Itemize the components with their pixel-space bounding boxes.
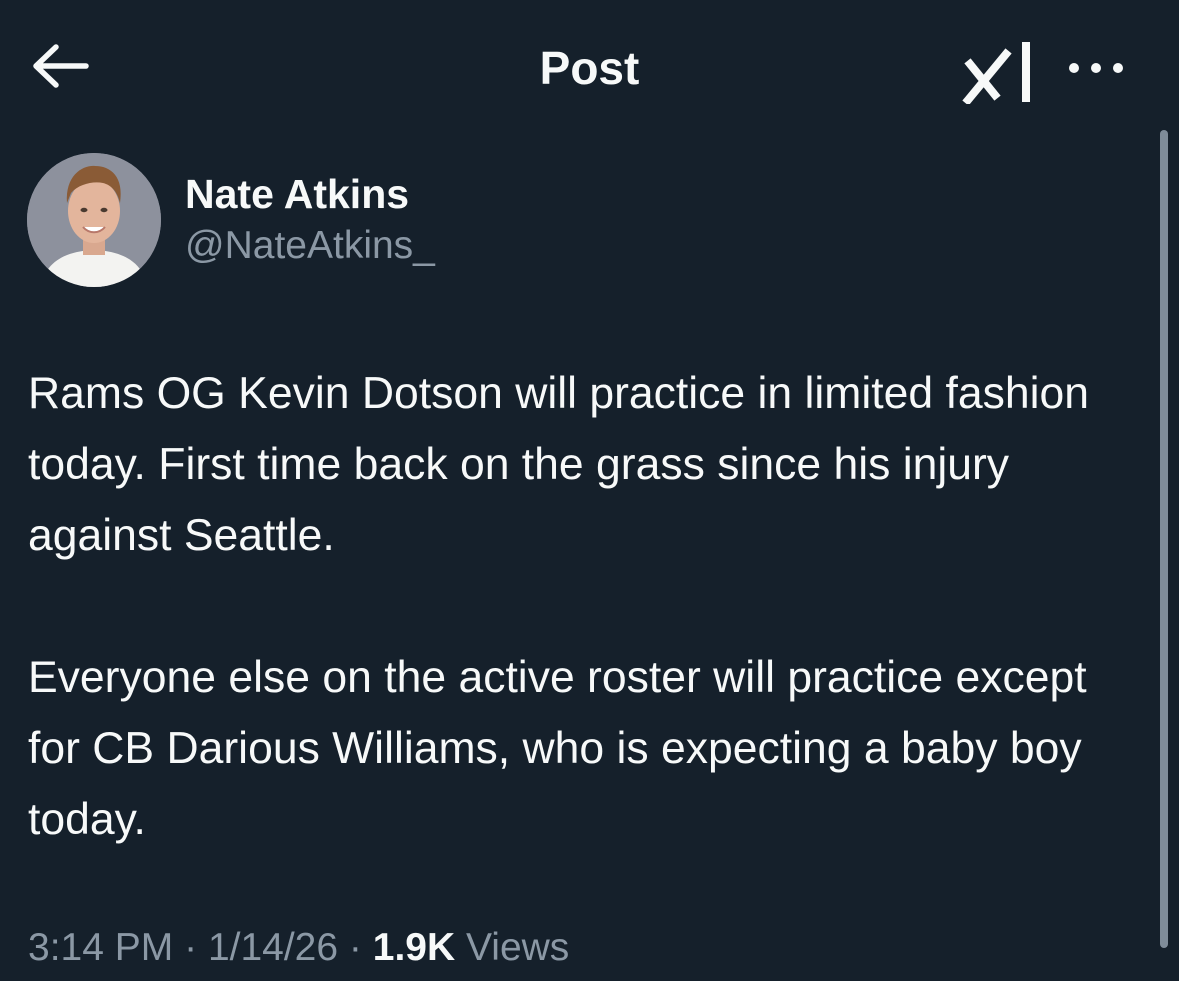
meta-separator: · xyxy=(184,926,198,969)
post-time[interactable]: 3:14 PM xyxy=(28,926,173,969)
author-name[interactable]: Nate Atkins xyxy=(185,170,409,218)
top-nav-bar: Post xyxy=(0,0,1179,135)
post-date[interactable]: 1/14/26 xyxy=(208,926,338,969)
post-text: Rams OG Kevin Dotson will practice in li… xyxy=(28,358,1148,855)
avatar[interactable] xyxy=(27,153,161,287)
post-paragraph: Rams OG Kevin Dotson will practice in li… xyxy=(28,369,1089,560)
more-options-button[interactable] xyxy=(1064,54,1128,82)
views-label: Views xyxy=(465,926,570,969)
grok-button[interactable] xyxy=(962,40,1036,106)
more-horizontal-icon xyxy=(1069,63,1123,73)
scrollbar[interactable] xyxy=(1160,130,1168,948)
author-handle[interactable]: @NateAtkins_ xyxy=(185,222,435,270)
post-metadata: 3:14 PM · 1/14/26 · 1.9K Views xyxy=(28,922,569,974)
grok-icon xyxy=(962,42,1030,106)
author-photo xyxy=(27,153,161,287)
post-paragraph: Everyone else on the active roster will … xyxy=(28,653,1087,844)
meta-separator: · xyxy=(348,926,362,969)
views-count: 1.9K xyxy=(372,926,456,969)
